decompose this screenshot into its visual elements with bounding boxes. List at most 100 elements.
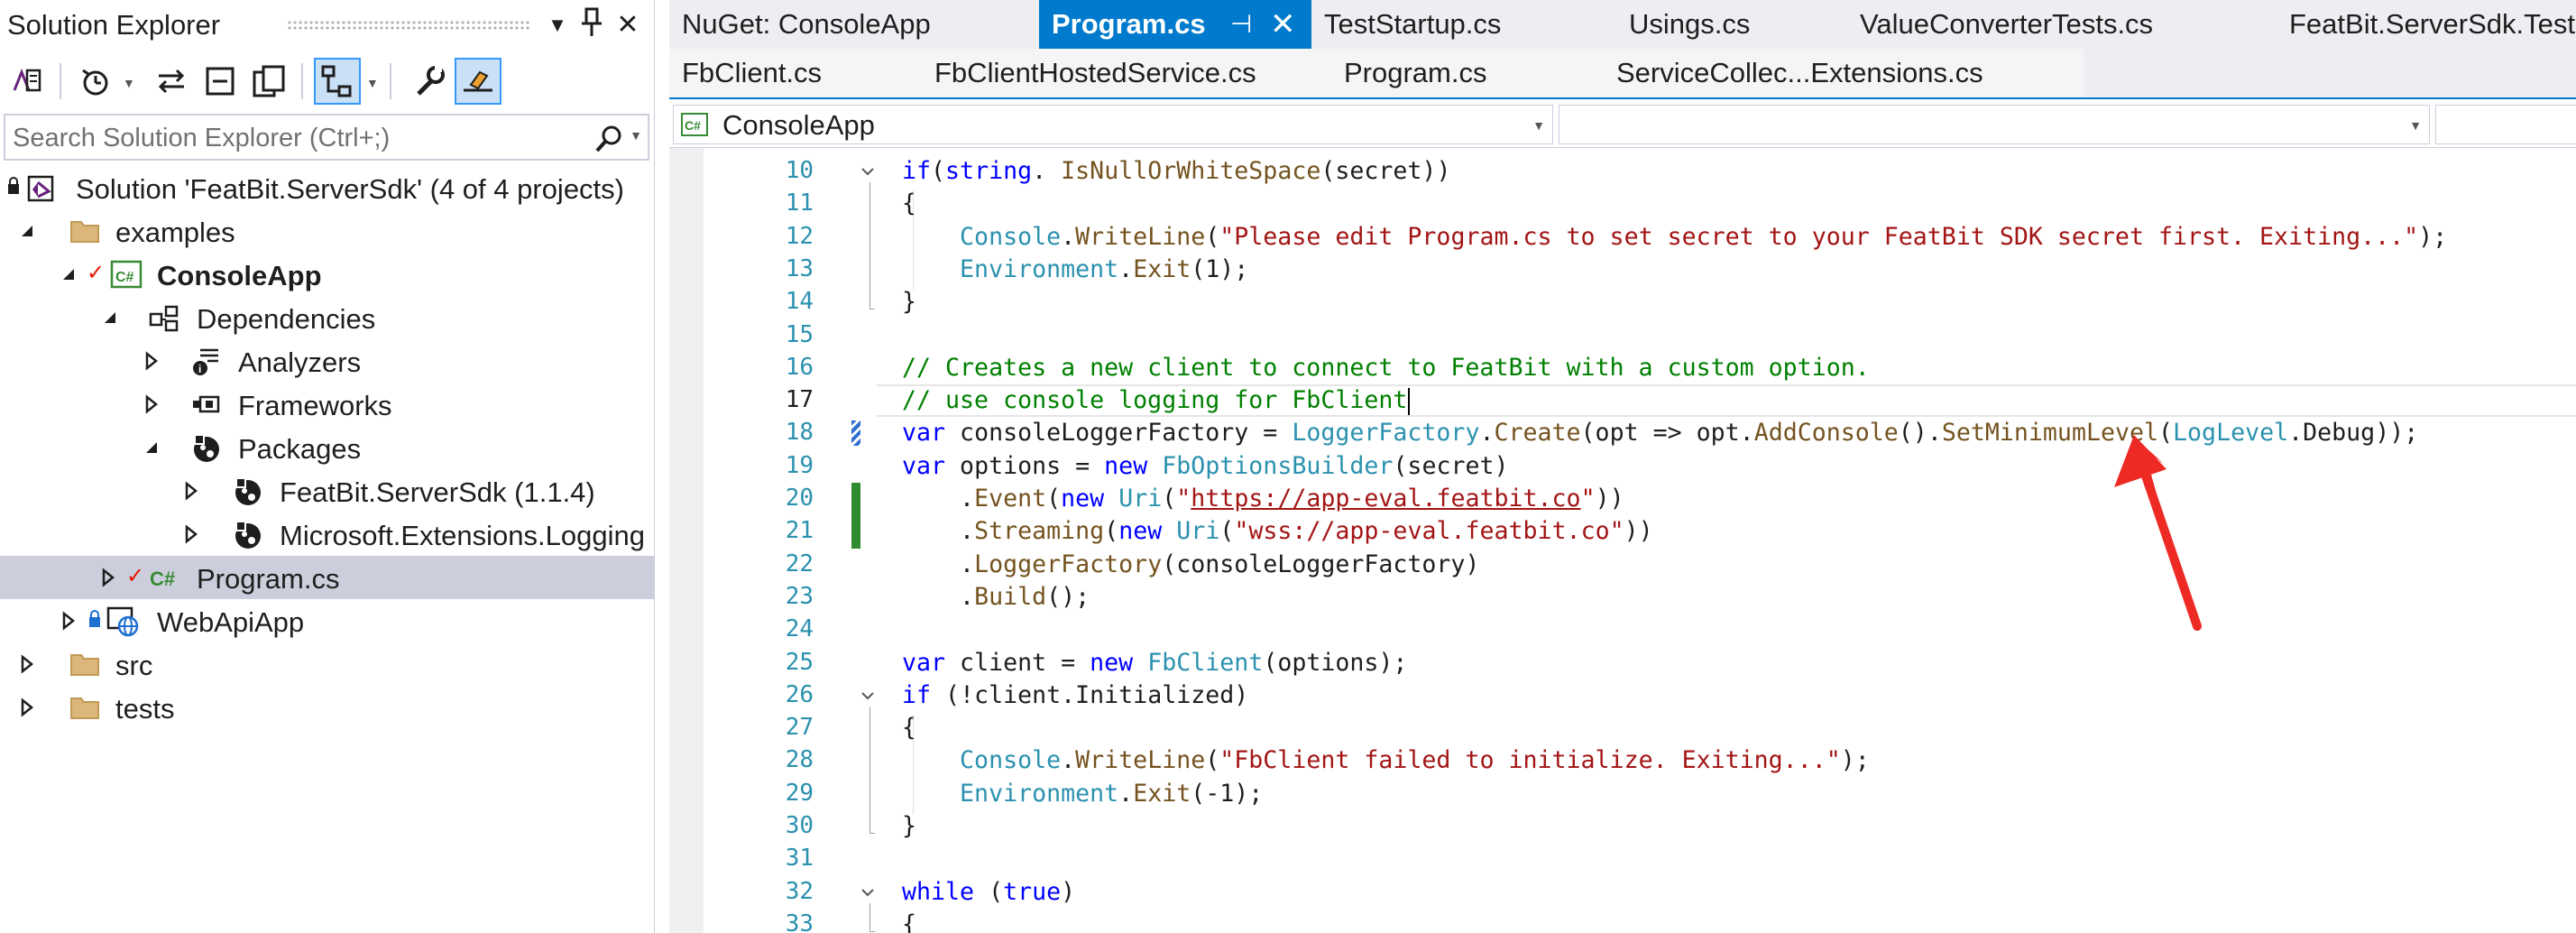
tree-item-webapiapp-project[interactable]: WebApiApp [0,599,655,642]
tab-teststartup-cs[interactable]: TestStartup.cs [1311,0,1598,49]
tab-servicecollectionextensions-cs[interactable]: ServiceCollec...Extensions.cs [1569,49,2084,97]
close-icon[interactable]: ✕ [610,7,646,43]
panel-drag-grip[interactable] [287,20,530,31]
tree-item-program-cs[interactable]: ✓ C# Program.cs [0,556,655,599]
tree-item-consoleapp-project[interactable]: ✓ C# ConsoleApp [0,253,655,296]
code-line[interactable]: 25 var client = new FbClient(options); [669,647,2576,679]
collapsed-triangle-icon[interactable] [97,567,119,588]
code-line[interactable]: 33 { [669,909,2576,933]
tree-item-packages[interactable]: Packages [0,426,655,469]
expanded-triangle-icon[interactable] [141,437,162,458]
expanded-triangle-icon[interactable] [16,220,38,242]
tab-program-cs[interactable]: Program.cs [1317,49,1569,97]
pending-changes-filter-icon[interactable] [72,58,119,105]
chevron-down-icon[interactable]: ▼ [630,128,642,143]
code-line[interactable]: 14} [669,286,2576,319]
editor-navigation-bar: C# ConsoleApp ▼ ▼ [669,97,2576,148]
switch-views-icon[interactable] [4,58,51,105]
pin-icon[interactable] [574,7,610,43]
search-icon[interactable] [593,124,624,154]
tree-item-package-microsoft-extensions-logging[interactable]: Microsoft.Extensions.Logging [0,513,655,556]
collapsed-triangle-icon[interactable] [58,610,79,632]
code-editor[interactable]: 10 if(string. IsNullOrWhiteSpace(secret))… [669,148,2576,933]
code-line[interactable]: 11 { [669,188,2576,220]
tree-item-dependencies[interactable]: Dependencies [0,296,655,339]
collapse-all-icon[interactable] [197,58,244,105]
code-line[interactable]: 23 .Build(); [669,581,2576,614]
tree-item-src-folder[interactable]: src [0,642,655,686]
collapsed-triangle-icon[interactable] [16,653,38,675]
code-line[interactable]: 32 while (true) [669,876,2576,909]
line-number: 28 [785,746,814,774]
code-line[interactable]: 15 [669,319,2576,352]
code-line[interactable]: 10 if(string. IsNullOrWhiteSpace(secret)) [669,155,2576,188]
solution-explorer-toolbar: ▼ ▼ [0,54,655,108]
tab-fbclienthostedservice-cs[interactable]: FbClientHostedService.cs [916,49,1317,97]
code-line[interactable]: 20 .Event(new Uri("https://app-eval.feat… [669,483,2576,516]
collapsed-triangle-icon[interactable] [180,523,202,545]
tab-valueconvertertests-cs[interactable]: ValueConverterTests.cs [1840,0,2246,49]
code-line[interactable]: 16 // Creates a new client to connect to … [669,352,2576,384]
tab-featbit-serversdk-tests[interactable]: FeatBit.ServerSdk.Tests [2246,0,2576,49]
code-line[interactable]: 19 var options = new FbOptionsBuilder(sec… [669,450,2576,483]
code-line[interactable]: 18 var consoleLoggerFactory = LoggerFacto… [669,417,2576,449]
tree-item-label: Dependencies [197,303,376,335]
project-dropdown[interactable]: C# ConsoleApp ▼ [673,105,1553,144]
code-line[interactable]: 24 [669,614,2576,646]
sync-with-active-document-icon[interactable] [148,58,195,105]
tab-nuget-consoleapp[interactable]: NuGet: ConsoleApp [669,0,1039,49]
collapsed-triangle-icon[interactable] [141,393,162,415]
code-line[interactable]: 30} [669,810,2576,843]
collapsed-triangle-icon[interactable] [141,350,162,372]
tree-item-solution[interactable]: Solution 'FeatBit.ServerSdk' (4 of 4 pro… [0,166,655,209]
tree-item-frameworks[interactable]: Frameworks [0,383,655,426]
line-number: 29 [785,779,814,807]
tab-program-cs-active[interactable]: Program.cs ⊣ ✕ [1039,0,1311,49]
code-line[interactable]: 17 // use console logging for FbClient [669,384,2576,417]
code-line[interactable]: 26 if (!client.Initialized) [669,679,2576,712]
code-line[interactable]: 13 Environment.Exit(1); [669,254,2576,286]
pin-tab-icon[interactable]: ⊣ [1230,0,1252,49]
folder-icon [69,215,101,247]
tree-item-tests-folder[interactable]: tests [0,686,655,729]
properties-wrench-icon[interactable] [406,58,453,105]
preview-selected-items-icon[interactable] [455,58,501,105]
window-position-dropdown-icon[interactable]: ▼ [539,7,575,43]
search-input[interactable] [13,121,572,155]
tab-fbclient-cs[interactable]: FbClient.cs [669,49,916,97]
code-text: var consoleLoggerFactory = LoggerFactory… [902,419,2419,448]
expanded-triangle-icon[interactable] [58,263,79,285]
tree-item-label: ConsoleApp [157,260,322,291]
tree-item-analyzers[interactable]: i Analyzers [0,339,655,383]
tree-item-package-featbit-serversdk[interactable]: FeatBit.ServerSdk (1.1.4) [0,469,655,513]
collapse-region-icon[interactable] [859,883,877,901]
collapse-region-icon[interactable] [859,687,877,705]
code-line[interactable]: 27 { [669,712,2576,744]
code-line[interactable]: 21 .Streaming(new Uri("wss://app-eval.fe… [669,515,2576,549]
code-text: Environment.Exit(1); [960,254,1249,283]
chevron-down-icon: ▼ [2409,118,2422,133]
chevron-down-icon[interactable]: ▼ [366,76,379,90]
checked-in-icon: ✓ [126,564,145,588]
tree-item-label: Analyzers [238,346,362,378]
collapsed-triangle-icon[interactable] [16,697,38,718]
tree-item-label: FeatBit.ServerSdk (1.1.4) [280,476,595,508]
code-line[interactable]: 31 [669,843,2576,875]
member-dropdown[interactable] [2435,105,2576,144]
collapse-region-icon[interactable] [859,162,877,180]
tree-item-examples-folder[interactable]: examples [0,209,655,253]
code-text: } [902,812,917,840]
chevron-down-icon[interactable]: ▼ [123,76,135,90]
expanded-triangle-icon[interactable] [99,307,121,328]
code-line[interactable]: 28 Console.WriteLine("FbClient failed to… [669,744,2576,777]
change-tracking-bar [851,483,860,516]
show-all-files-icon[interactable] [245,58,292,105]
show-class-diagram-icon[interactable] [314,58,361,105]
close-tab-icon[interactable]: ✕ [1270,0,1296,49]
tab-usings-cs[interactable]: Usings.cs [1598,0,1840,49]
code-line[interactable]: 22 .LoggerFactory(consoleLoggerFactory) [669,549,2576,581]
code-line[interactable]: 29 Environment.Exit(-1); [669,778,2576,810]
code-line[interactable]: 12 Console.WriteLine("Please edit Progra… [669,221,2576,254]
collapsed-triangle-icon[interactable] [180,480,202,502]
type-dropdown[interactable]: ▼ [1559,105,2430,144]
